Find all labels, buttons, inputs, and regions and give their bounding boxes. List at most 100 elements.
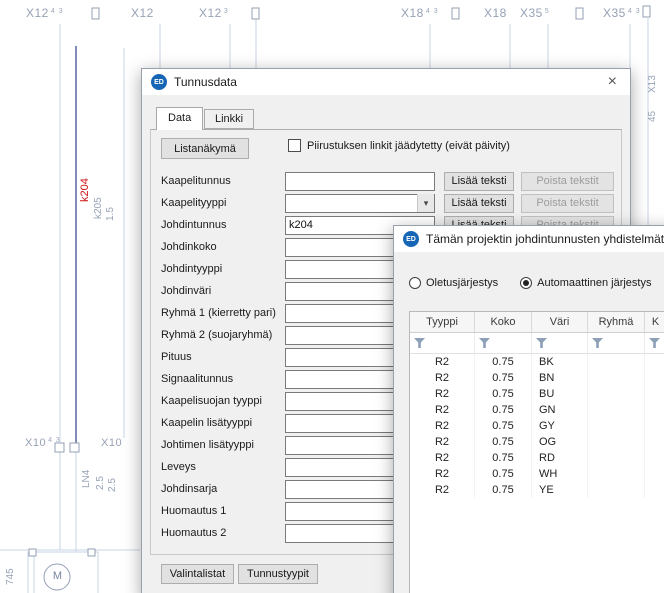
filter-icon[interactable]: [536, 338, 547, 348]
column-header-k[interactable]: K: [645, 312, 664, 332]
field-label: Pituus: [161, 351, 285, 363]
cell-ryhma: [588, 370, 645, 386]
tab-data[interactable]: Data: [156, 107, 203, 130]
table-row[interactable]: R2 0.75 YE: [410, 482, 664, 498]
cad-wire-id: k205: [93, 197, 104, 219]
table-header: Tyyppi Koko Väri Ryhmä K: [410, 312, 664, 333]
filter-icon[interactable]: [649, 338, 660, 348]
cell-koko: 0.75: [475, 434, 532, 450]
filter-cell: [410, 333, 475, 353]
cell-tyyppi: R2: [410, 418, 475, 434]
cell-koko: 0.75: [475, 402, 532, 418]
filter-cell: [532, 333, 588, 353]
valintalistat-button[interactable]: Valintalistat: [161, 564, 234, 584]
cell-tyyppi: R2: [410, 370, 475, 386]
cad-connector-label: X355: [520, 6, 550, 20]
table-row[interactable]: R2 0.75 BU: [410, 386, 664, 402]
field-combobox-kaapelityyppi[interactable]: ▾: [285, 193, 435, 213]
motor-label: M: [51, 570, 64, 582]
order-radio-group: Oletusjärjestys Automaattinen järjestys: [409, 277, 651, 289]
cad-connector-label: X124 3: [26, 6, 64, 20]
table-row[interactable]: R2 0.75 GY: [410, 418, 664, 434]
cad-connector-label: X123: [199, 6, 229, 20]
filter-icon[interactable]: [414, 338, 425, 348]
field-input-kaapelityyppi[interactable]: [285, 194, 435, 213]
app-icon: ED: [403, 231, 419, 247]
cad-workspace: X124 3 X12 X123 X184 3 X18 X355 X354 3 X…: [0, 0, 664, 593]
cell-ryhma: [588, 450, 645, 466]
dropdown-arrow-icon[interactable]: ▾: [417, 194, 434, 212]
field-label: Johdinväri: [161, 285, 285, 297]
cad-connector-label: X354 3: [603, 6, 641, 20]
field-label: Johdinsarja: [161, 483, 285, 495]
filter-icon[interactable]: [592, 338, 603, 348]
cell-k: [645, 450, 664, 466]
cad-wire-id: LN4: [81, 470, 92, 488]
freeze-links-checkbox[interactable]: [288, 139, 301, 152]
cad-connector-label: X12: [131, 6, 156, 20]
add-text-button[interactable]: Lisää teksti: [444, 194, 514, 213]
cell-ryhma: [588, 466, 645, 482]
table-row[interactable]: R2 0.75 BK: [410, 354, 664, 370]
field-input-kaapelitunnus[interactable]: [285, 172, 435, 191]
field-label: Johdinkoko: [161, 241, 285, 253]
cell-koko: 0.75: [475, 354, 532, 370]
column-header-tyyppi[interactable]: Tyyppi: [410, 312, 475, 332]
cell-vari: YE: [532, 482, 588, 498]
footer-buttons: Valintalistat Tunnustyypit: [161, 564, 318, 584]
table-row[interactable]: R2 0.75 GN: [410, 402, 664, 418]
cad-wire-id: 745: [5, 568, 16, 585]
field-label: Huomautus 2: [161, 527, 285, 539]
remove-text-button: Poista tekstit: [521, 194, 614, 213]
tab-linkki[interactable]: Linkki: [204, 109, 254, 129]
yhdistelmat-titlebar[interactable]: ED Tämän projektin johdintunnusten yhdis…: [394, 226, 664, 252]
cell-vari: WH: [532, 466, 588, 482]
table-row[interactable]: R2 0.75 RD: [410, 450, 664, 466]
cad-wire-size: 1.5: [105, 207, 116, 221]
cell-tyyppi: R2: [410, 354, 475, 370]
tunnusdata-titlebar[interactable]: ED Tunnusdata ×: [142, 69, 630, 95]
cad-connector-label: X184 3: [401, 6, 439, 20]
field-label: Ryhmä 2 (suojaryhmä): [161, 329, 285, 341]
cell-tyyppi: R2: [410, 386, 475, 402]
cell-tyyppi: R2: [410, 434, 475, 450]
cad-wire-size: 2.5: [107, 478, 118, 492]
freeze-links-checkbox-label: Piirustuksen linkit jäädytetty (eivät pä…: [307, 140, 510, 152]
table-row[interactable]: R2 0.75 OG: [410, 434, 664, 450]
cell-vari: GN: [532, 402, 588, 418]
cell-koko: 0.75: [475, 466, 532, 482]
cell-koko: 0.75: [475, 482, 532, 498]
remove-text-button: Poista tekstit: [521, 172, 614, 191]
cell-k: [645, 434, 664, 450]
radio-automaattinen-jarjestys[interactable]: [520, 277, 532, 289]
field-label: Johdintunnus: [161, 219, 285, 231]
app-icon: ED: [151, 74, 167, 90]
cell-k: [645, 370, 664, 386]
cell-k: [645, 418, 664, 434]
cell-k: [645, 466, 664, 482]
column-header-ryhma[interactable]: Ryhmä: [588, 312, 645, 332]
close-icon[interactable]: ×: [608, 72, 617, 92]
tunnustyypit-button[interactable]: Tunnustyypit: [238, 564, 318, 584]
add-text-button[interactable]: Lisää teksti: [444, 172, 514, 191]
field-label: Signaalitunnus: [161, 373, 285, 385]
field-row: Kaapelitunnus Lisää teksti Poista teksti…: [161, 170, 614, 192]
filter-icon[interactable]: [479, 338, 490, 348]
cad-wire-id: k204: [79, 178, 91, 202]
radio-oletusjarjestys[interactable]: [409, 277, 421, 289]
radio-label: Oletusjärjestys: [426, 277, 498, 289]
freeze-links-checkbox-row: Piirustuksen linkit jäädytetty (eivät pä…: [288, 139, 510, 152]
column-header-vari[interactable]: Väri: [532, 312, 588, 332]
cell-vari: RD: [532, 450, 588, 466]
cell-k: [645, 482, 664, 498]
filter-cell: [475, 333, 532, 353]
table-row[interactable]: R2 0.75 BN: [410, 370, 664, 386]
cad-connector-label: X10: [101, 437, 124, 449]
column-header-koko[interactable]: Koko: [475, 312, 532, 332]
cell-tyyppi: R2: [410, 482, 475, 498]
table-row[interactable]: R2 0.75 WH: [410, 466, 664, 482]
field-label: Ryhmä 1 (kierretty pari): [161, 307, 285, 319]
list-view-button[interactable]: Listanäkymä: [161, 138, 249, 159]
cell-vari: GY: [532, 418, 588, 434]
cell-k: [645, 402, 664, 418]
